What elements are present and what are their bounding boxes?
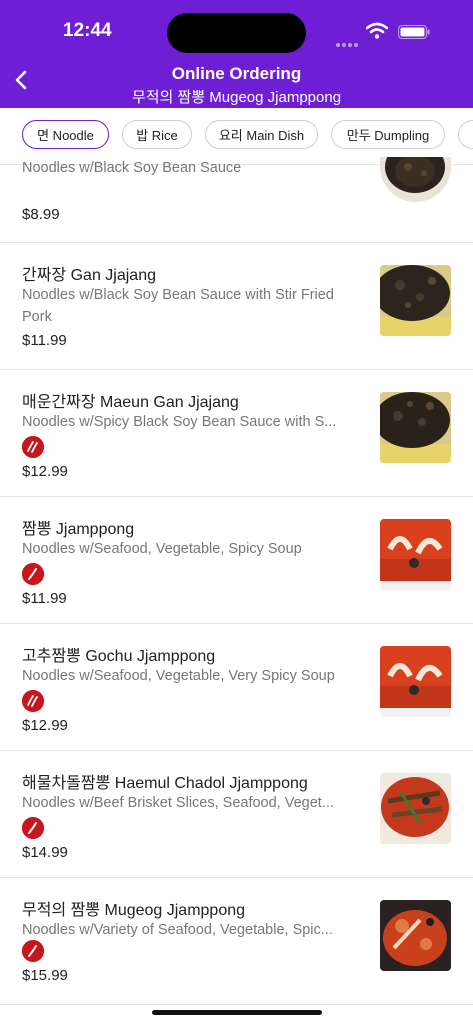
menu-item[interactable]: 간짜장 Gan Jjajang Noodles w/Black Soy Bean… [0, 243, 473, 370]
menu-item-price: $12.99 [22, 717, 68, 734]
menu-item-description: Noodles w/Black Soy Bean Sauce with Stir… [22, 287, 334, 325]
menu-item[interactable]: 매운간짜장 Maeun Gan Jjajang Noodles w/Spicy … [0, 370, 473, 497]
tab-more[interactable] [458, 120, 473, 149]
menu-item-name: 고추짬뽕 Gochu Jjamppong [22, 648, 216, 665]
menu-item-price: $11.99 [22, 332, 67, 349]
menu-item-name: 매운간짜장 Maeun Gan Jjajang [22, 394, 239, 411]
menu-item[interactable]: 짬뽕 Jjamppong Noodles w/Seafood, Vegetabl… [0, 497, 473, 624]
spicy-icon [22, 563, 44, 585]
menu-item[interactable]: 고추짬뽕 Gochu Jjamppong Noodles w/Seafood, … [0, 624, 473, 751]
tab-rice[interactable]: 밥 Rice [122, 120, 192, 149]
menu-list: Noodles w/Black Soy Bean Sauce $8.99 간짜장… [0, 157, 473, 1005]
tab-dumpling[interactable]: 만두 Dumpling [331, 120, 445, 149]
menu-item-description: Noodles w/Seafood, Vegetable, Spicy Soup [22, 541, 302, 557]
dynamic-island [167, 13, 306, 53]
home-indicator [152, 1010, 322, 1015]
extra-spicy-icon [22, 690, 44, 712]
menu-item-photo [380, 157, 451, 202]
menu-item[interactable]: 무적의 짬뽕 Mugeog Jjamppong Noodles w/Variet… [0, 878, 473, 1005]
menu-item-name: 간짜장 Gan Jjajang [22, 267, 156, 284]
app-header: 12:44 Online Ordering 무적의 짬뽕 Mugeog Jjam… [0, 0, 473, 108]
menu-item-description: Noodles w/Variety of Seafood, Vegetable,… [22, 922, 333, 938]
menu-item-description: Noodles w/Black Soy Bean Sauce [22, 160, 242, 175]
wifi-icon [366, 22, 388, 39]
menu-item-photo [380, 773, 451, 844]
menu-item-price: $8.99 [22, 206, 60, 223]
menu-item-price: $14.99 [22, 844, 68, 861]
menu-item-photo [380, 900, 451, 971]
tab-noodle[interactable]: 면 Noodle [22, 120, 109, 149]
menu-item-photo [380, 646, 451, 717]
menu-item-name: 해물차돌짬뽕 Haemul Chadol Jjamppong [22, 775, 308, 792]
menu-item-description: Noodles w/Spicy Black Soy Bean Sauce wit… [22, 414, 337, 430]
spicy-icon [22, 817, 44, 839]
tab-main-dish[interactable]: 요리 Main Dish [205, 120, 318, 149]
menu-item[interactable]: 해물차돌짬뽕 Haemul Chadol Jjamppong Noodles w… [0, 751, 473, 878]
battery-icon [398, 25, 430, 39]
restaurant-name: 무적의 짬뽕 Mugeog Jjamppong [131, 89, 342, 106]
status-time: 12:44 [63, 20, 112, 41]
menu-item-description: Noodles w/Seafood, Vegetable, Very Spicy… [22, 668, 335, 684]
extra-spicy-icon [22, 436, 44, 458]
menu-item[interactable]: Noodles w/Black Soy Bean Sauce $8.99 [0, 157, 473, 243]
menu-item-photo [380, 519, 451, 590]
menu-item-price: $12.99 [22, 463, 68, 480]
menu-item-photo [380, 392, 451, 463]
spicy-icon [22, 940, 44, 962]
menu-item-description: Noodles w/Beef Brisket Slices, Seafood, … [22, 795, 334, 811]
menu-item-price: $11.99 [22, 590, 67, 607]
cellular-signal-icon [336, 34, 362, 47]
menu-item-name: 무적의 짬뽕 Mugeog Jjamppong [22, 902, 246, 919]
menu-item-photo [380, 265, 451, 336]
menu-item-price: $15.99 [22, 967, 68, 984]
page-title: Online Ordering [171, 64, 302, 83]
menu-item-name: 짬뽕 Jjamppong [22, 521, 135, 538]
